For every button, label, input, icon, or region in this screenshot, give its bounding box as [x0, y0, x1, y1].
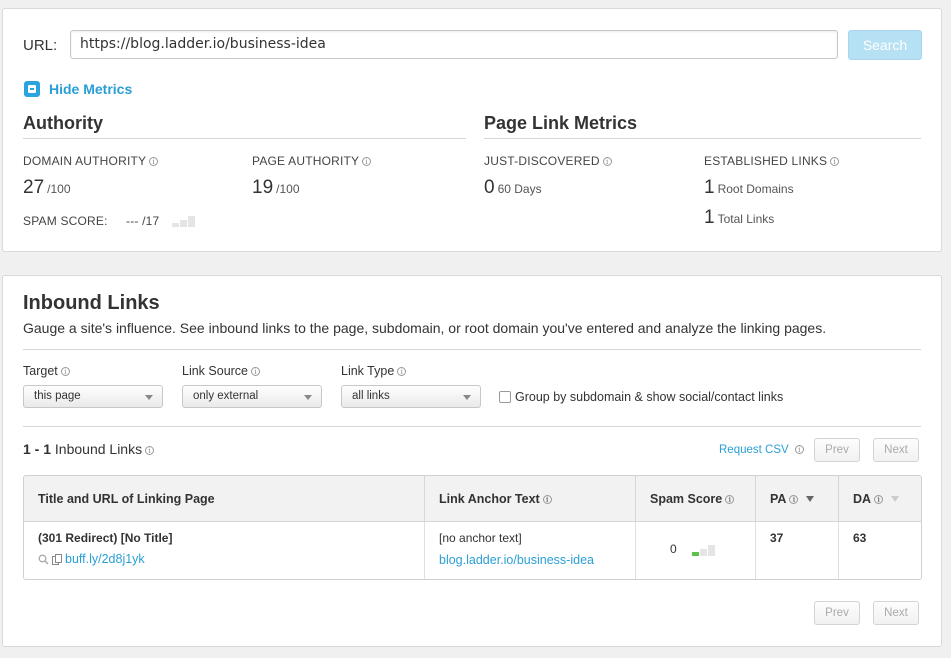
anchor-url-link[interactable]: blog.ladder.io/business-idea: [439, 553, 594, 567]
inbound-links-title: Inbound Links: [23, 292, 160, 314]
target-select[interactable]: this page: [23, 385, 163, 408]
info-icon[interactable]: i: [830, 157, 840, 166]
next-button-top[interactable]: Next: [873, 438, 919, 462]
row-title: (301 Redirect) [No Title]: [38, 531, 173, 545]
info-icon[interactable]: i: [874, 495, 884, 504]
link-type-select[interactable]: all links: [341, 385, 481, 408]
target-label: Target i: [23, 364, 70, 378]
table-header: Title and URL of Linking Page Link Ancho…: [24, 476, 921, 522]
inbound-links-panel: Inbound Links Gauge a site's influence. …: [2, 275, 942, 647]
th-anchor-text[interactable]: Link Anchor Text i: [425, 476, 636, 522]
url-input[interactable]: https://blog.ladder.io/business-idea: [70, 30, 838, 59]
info-icon[interactable]: i: [362, 157, 372, 166]
link-source-select[interactable]: only external: [182, 385, 322, 408]
group-subdomain-label: Group by subdomain & show social/contact…: [515, 390, 784, 404]
hide-metrics-toggle[interactable]: Hide Metrics: [24, 81, 132, 97]
hide-metrics-label: Hide Metrics: [49, 81, 133, 97]
prev-button-bottom[interactable]: Prev: [814, 601, 860, 625]
inbound-count: 1 - 1 Inbound Links i: [23, 441, 155, 457]
group-subdomain-checkbox[interactable]: [499, 391, 511, 403]
link-type-label: Link Type i: [341, 364, 407, 378]
info-icon[interactable]: i: [251, 367, 261, 376]
inbound-links-description: Gauge a site's influence. See inbound li…: [23, 320, 827, 336]
info-icon[interactable]: i: [60, 367, 70, 376]
info-icon[interactable]: i: [794, 445, 804, 454]
sort-arrow-icon[interactable]: [891, 496, 900, 502]
th-spam-score[interactable]: Spam Score i: [636, 476, 756, 522]
row-url-link[interactable]: buff.ly/2d8j1yk: [65, 552, 145, 566]
filters-divider: [23, 426, 921, 427]
cell-spam: 0: [636, 522, 756, 579]
url-label: URL:: [23, 37, 58, 54]
inbound-links-table: Title and URL of Linking Page Link Ancho…: [23, 475, 922, 580]
th-title-url[interactable]: Title and URL of Linking Page: [24, 476, 425, 522]
anchor-text: [no anchor text]: [439, 531, 522, 545]
spam-bars-icon: [172, 215, 195, 227]
chevron-down-icon: [304, 395, 312, 400]
row-spam-score: 0: [670, 542, 677, 556]
link-source-label: Link Source i: [182, 364, 261, 378]
th-da[interactable]: DA i: [839, 476, 921, 522]
page-link-metrics-divider: [484, 138, 921, 139]
info-icon[interactable]: i: [145, 446, 155, 455]
info-icon[interactable]: i: [149, 157, 159, 166]
authority-title: Authority: [23, 113, 103, 133]
cell-title-url: (301 Redirect) [No Title] buff.ly/2d8j1y…: [24, 522, 425, 579]
magnifier-icon[interactable]: [38, 554, 49, 565]
info-icon[interactable]: i: [725, 495, 735, 504]
domain-authority-value: 27/100: [23, 177, 71, 198]
domain-authority-label: DOMAIN AUTHORITY i: [23, 154, 159, 168]
cell-anchor: [no anchor text] blog.ladder.io/business…: [425, 522, 636, 579]
chevron-down-icon: [145, 395, 153, 400]
root-domains-value: 1 Root Domains: [704, 177, 794, 198]
minus-box-icon: [24, 81, 40, 97]
cell-da: 63: [853, 531, 867, 545]
request-csv-link[interactable]: Request CSV i: [719, 444, 804, 456]
metrics-panel: URL: https://blog.ladder.io/business-ide…: [2, 8, 942, 252]
next-button-bottom[interactable]: Next: [873, 601, 919, 625]
total-links-value: 1 Total Links: [704, 207, 775, 228]
authority-divider: [23, 138, 466, 139]
info-icon[interactable]: i: [602, 157, 612, 166]
search-button[interactable]: Search: [848, 30, 922, 60]
page-authority-label: PAGE AUTHORITY i: [252, 154, 372, 168]
info-icon[interactable]: i: [789, 495, 799, 504]
info-icon[interactable]: i: [397, 367, 407, 376]
established-links-label: ESTABLISHED LINKS i: [704, 154, 840, 168]
prev-button-top[interactable]: Prev: [814, 438, 860, 462]
page-authority-value: 19/100: [252, 177, 300, 198]
sort-arrow-icon[interactable]: [806, 496, 815, 502]
spam-bars-icon: [692, 545, 716, 556]
th-pa[interactable]: PA i: [756, 476, 839, 522]
inbound-divider: [23, 349, 921, 350]
chevron-down-icon: [463, 395, 471, 400]
spam-score-value: --- /17: [126, 214, 160, 228]
page-link-metrics-title: Page Link Metrics: [484, 113, 638, 133]
info-icon[interactable]: i: [542, 495, 552, 504]
cell-pa: 37: [756, 522, 839, 579]
just-discovered-label: JUST-DISCOVERED i: [484, 154, 612, 168]
just-discovered-value: 0 60 Days: [484, 177, 542, 198]
spam-score-label: SPAM SCORE:: [23, 214, 108, 228]
page-copy-icon[interactable]: [52, 554, 62, 565]
